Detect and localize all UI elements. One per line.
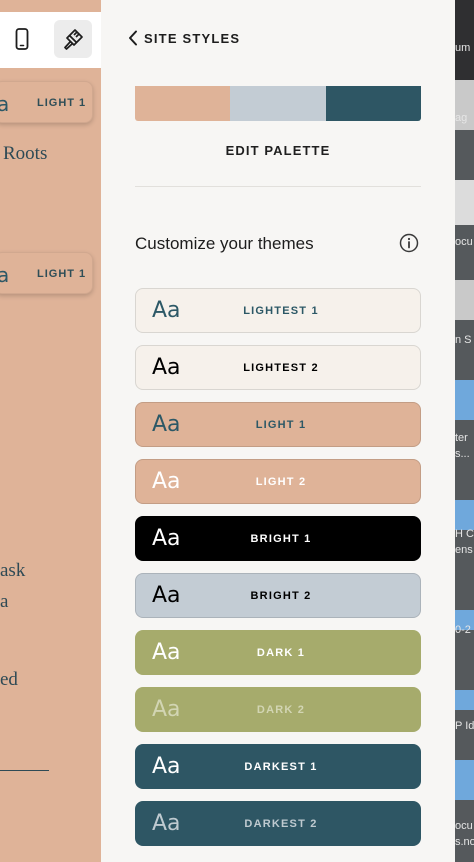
themes-heading: Customize your themes [135, 234, 314, 253]
strip-block [455, 500, 474, 530]
palette-swatch [230, 86, 326, 121]
theme-name: LIGHTEST 2 [243, 362, 319, 374]
section-theme-sample: a [0, 92, 10, 116]
theme-name: DARK 2 [256, 704, 306, 716]
strip-block [455, 690, 474, 710]
site-styles-button[interactable] [54, 20, 92, 58]
section-theme-label: LIGHT 1 [37, 97, 87, 109]
strip-text: ocu [455, 820, 473, 832]
theme-card[interactable]: Aa DARKEST 1 [135, 744, 421, 789]
section-theme-label: LIGHT 1 [37, 268, 87, 280]
theme-name: LIGHTEST 1 [243, 305, 319, 317]
preview-text: ask [0, 560, 26, 581]
strip-block [455, 0, 474, 80]
info-icon [399, 233, 419, 253]
section-theme-pill[interactable]: a LIGHT 1 [0, 252, 93, 294]
theme-card[interactable]: Aa LIGHT 2 [135, 459, 421, 504]
strip-block [455, 280, 474, 320]
editor-toolbar [0, 12, 101, 68]
theme-card[interactable]: Aa DARK 2 [135, 687, 421, 732]
paintbrush-icon [64, 29, 83, 50]
strip-text: ens [455, 544, 473, 556]
strip-text: ocu [455, 236, 473, 248]
theme-card[interactable]: Aa DARKEST 2 [135, 801, 421, 846]
back-button[interactable]: SITE STYLES [128, 30, 240, 46]
strip-text: 0-2 [455, 624, 471, 636]
strip-text: ag [455, 112, 468, 124]
strip-block [455, 380, 474, 420]
palette-swatch [135, 86, 231, 121]
strip-text: P Id [455, 720, 474, 732]
site-styles-panel: SITE STYLES EDIT PALETTE Customize your … [101, 0, 455, 862]
theme-name: BRIGHT 2 [250, 590, 312, 602]
chevron-left-icon [129, 30, 137, 46]
theme-name: DARKEST 2 [244, 818, 318, 830]
strip-text: H C [455, 528, 474, 540]
theme-name: LIGHT 1 [255, 419, 307, 431]
theme-card[interactable]: Aa LIGHT 1 [135, 402, 421, 447]
mobile-phone-icon [15, 28, 29, 50]
preview-text: Roots [3, 143, 48, 164]
theme-name: DARKEST 1 [244, 761, 318, 773]
palette-swatch [325, 86, 421, 121]
theme-name: DARK 1 [256, 647, 306, 659]
strip-block [455, 180, 474, 225]
preview-underline [0, 770, 49, 771]
preview-text: ed [0, 669, 18, 690]
theme-name: BRIGHT 1 [250, 533, 312, 545]
theme-card[interactable]: Aa BRIGHT 1 [135, 516, 421, 561]
theme-card[interactable]: Aa BRIGHT 2 [135, 573, 421, 618]
color-palette[interactable] [135, 86, 421, 121]
strip-text: n S [455, 334, 472, 346]
theme-card[interactable]: Aa LIGHTEST 1 [135, 288, 421, 333]
panel-title: SITE STYLES [144, 30, 241, 46]
edit-palette-button[interactable]: EDIT PALETTE [135, 143, 421, 158]
background-window-strip: um ag ocu n S ter s... H C ens 0-2 P Id … [455, 0, 474, 862]
info-button[interactable] [399, 233, 419, 253]
divider [135, 186, 421, 187]
strip-text: um [455, 42, 471, 54]
strip-text: s... [455, 448, 470, 460]
section-theme-sample: a [0, 263, 10, 287]
theme-card[interactable]: Aa DARK 1 [135, 630, 421, 675]
theme-name: LIGHT 2 [255, 476, 307, 488]
mobile-view-button[interactable] [3, 20, 41, 58]
strip-text: ter [455, 432, 468, 444]
site-preview: a LIGHT 1 Roots a LIGHT 1 ask a ed [0, 0, 101, 862]
preview-text: a [0, 591, 9, 612]
strip-block [455, 760, 474, 800]
section-theme-pill[interactable]: a LIGHT 1 [0, 81, 93, 123]
strip-text: s.no [455, 836, 474, 848]
theme-card[interactable]: Aa LIGHTEST 2 [135, 345, 421, 390]
